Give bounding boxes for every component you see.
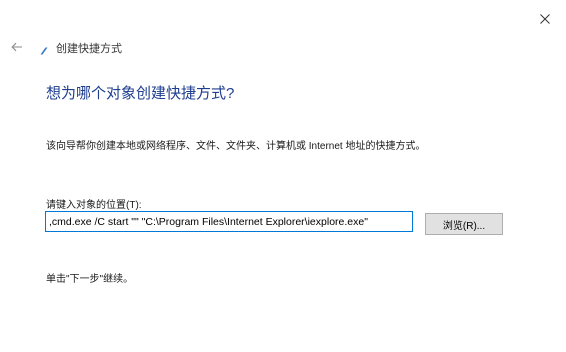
back-button[interactable] xyxy=(8,39,26,57)
dialog-header: 创建快捷方式 xyxy=(8,38,122,58)
browse-button[interactable]: 浏览(R)... xyxy=(425,213,503,235)
close-icon xyxy=(540,14,550,24)
page-heading: 想为哪个对象创建快捷方式? xyxy=(46,85,235,102)
next-hint: 单击"下一步"继续。 xyxy=(46,274,134,285)
dialog-title: 创建快捷方式 xyxy=(56,43,122,55)
create-shortcut-dialog: 创建快捷方式 想为哪个对象创建快捷方式? 该向导帮你创建本地或网络程序、文件、文… xyxy=(0,0,566,352)
location-input[interactable] xyxy=(45,211,413,232)
close-button[interactable] xyxy=(530,6,560,32)
back-arrow-icon xyxy=(11,39,23,57)
wizard-description: 该向导帮你创建本地或网络程序、文件、文件夹、计算机或 Internet 地址的快… xyxy=(46,141,426,152)
shortcut-app-icon xyxy=(40,41,50,55)
location-label: 请键入对象的位置(T): xyxy=(46,200,142,211)
